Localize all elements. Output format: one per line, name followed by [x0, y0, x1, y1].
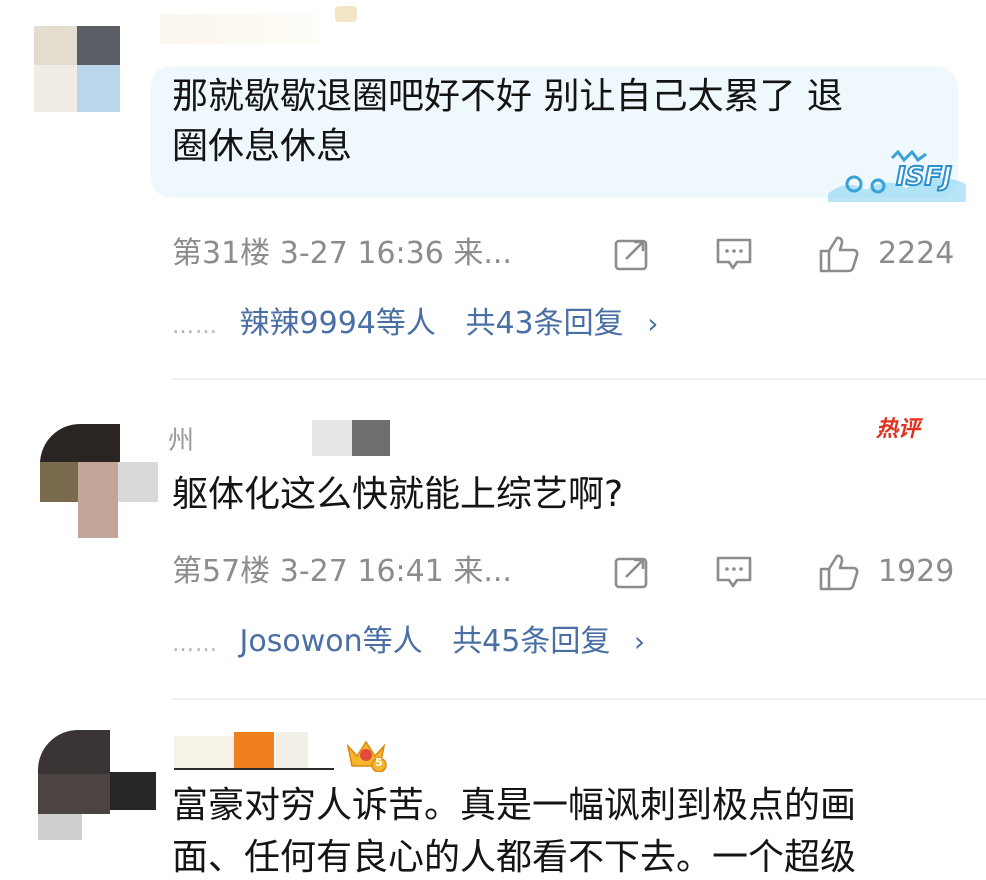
comment-icon — [716, 556, 752, 588]
comment-source: 来... — [453, 554, 512, 589]
crown-badge: 5 — [344, 736, 388, 773]
username-mosaic[interactable] — [276, 732, 308, 770]
reply-count[interactable]: 共43条回复 — [465, 306, 623, 341]
avatar-mosaic-cell — [38, 730, 110, 774]
floor-number: 第57楼 — [172, 554, 271, 589]
like-count: 2224 — [878, 236, 955, 271]
comment-source: 来... — [453, 236, 512, 271]
comment-text: 富豪对穷人诉苦。真是一幅讽刺到极点的画 面、任何有良心的人都看不下去。一个超级 — [172, 780, 856, 880]
avatar-mosaic-cell — [38, 814, 82, 840]
username-mosaic[interactable] — [160, 14, 320, 44]
isfj-badge-label: ISFJ — [895, 161, 953, 193]
avatar[interactable] — [34, 730, 160, 840]
username-mosaic[interactable] — [174, 736, 234, 770]
like-button[interactable] — [816, 552, 862, 592]
ellipsis-dots: …… — [172, 632, 218, 657]
share-button[interactable] — [612, 236, 652, 272]
comment-datetime: 3-27 16:36 — [279, 236, 444, 271]
comment-text-line: 躯体化这么快就能上综艺啊? — [172, 474, 624, 515]
avatar-mosaic-cell — [78, 462, 118, 538]
avatar-mosaic-cell — [38, 774, 110, 814]
avatar-mosaic-cell — [34, 65, 77, 112]
comment-text: 躯体化这么快就能上综艺啊? — [172, 470, 623, 520]
comment-item: 州 躯体化这么快就能上综艺啊? 第57楼 3-27 16:41 来... 192… — [0, 380, 986, 700]
username-mosaic[interactable] — [352, 420, 390, 456]
user-badge-icon — [335, 6, 357, 22]
share-button[interactable] — [612, 554, 652, 590]
ellipsis-dots: …… — [172, 314, 218, 339]
floor-number: 第31楼 — [172, 236, 271, 271]
comment-text: 那就歇歇退圈吧好不好 别让自己太累了 退 圈休息休息 — [172, 72, 843, 172]
avatar-mosaic-cell — [34, 26, 77, 65]
reply-users[interactable]: Josowon等人 — [240, 624, 423, 659]
share-icon — [614, 239, 648, 271]
share-icon — [614, 557, 648, 589]
avatar-mosaic-cell — [110, 772, 156, 810]
crown-level: 5 — [375, 756, 383, 769]
comment-datetime: 3-27 16:41 — [279, 554, 444, 589]
comment-button[interactable] — [714, 236, 754, 272]
like-button[interactable] — [816, 234, 862, 274]
username-mosaic[interactable] — [312, 420, 352, 456]
comment-icon — [716, 238, 752, 270]
avatar[interactable] — [34, 418, 160, 538]
chevron-right-icon: › — [647, 307, 659, 340]
username-mosaic[interactable] — [234, 732, 274, 770]
comment-meta: 第31楼 3-27 16:36 来... 2224 — [172, 234, 986, 274]
comment-text-line: 那就歇歇退圈吧好不好 别让自己太累了 退 — [172, 76, 843, 117]
replies-link[interactable]: …… 辣辣9994等人 共43条回复 › — [172, 304, 658, 344]
like-count: 1929 — [878, 554, 955, 589]
reply-users[interactable]: 辣辣9994等人 — [240, 306, 436, 341]
avatar-mosaic-cell — [77, 26, 120, 65]
thumbs-up-icon — [819, 554, 859, 591]
replies-link[interactable]: …… Josowon等人 共45条回复 › — [172, 622, 645, 662]
chevron-right-icon: › — [633, 625, 646, 658]
username-fragment[interactable]: 州 — [168, 420, 194, 457]
comment-button[interactable] — [714, 554, 754, 590]
hot-comment-label: 热评 — [876, 417, 921, 442]
isfj-badge: ISFJ — [826, 149, 972, 208]
comment-text-line: 富豪对穷人诉苦。真是一幅讽刺到极点的画 — [172, 785, 857, 826]
avatar-mosaic-cell — [40, 462, 78, 502]
comment-text-line: 圈休息休息 — [172, 126, 353, 167]
comment-meta: 第57楼 3-27 16:41 来... 1929 — [172, 552, 986, 592]
comment-item: 5 富豪对穷人诉苦。真是一幅讽刺到极点的画 面、任何有良心的人都看不下去。一个超… — [0, 700, 986, 880]
username-underline — [174, 768, 334, 770]
reply-count[interactable]: 共45条回复 — [452, 624, 610, 659]
avatar[interactable] — [34, 26, 120, 112]
comment-text-line: 面、任何有良心的人都看不下去。一个超级 — [172, 837, 857, 878]
comment-feed: 那就歇歇退圈吧好不好 别让自己太累了 退 圈休息休息 ISFJ 第31楼 3-2… — [0, 0, 986, 880]
hot-comment-badge: 热评 — [876, 412, 940, 448]
thumbs-up-icon — [819, 236, 859, 273]
avatar-mosaic-cell — [77, 65, 120, 112]
comment-item: 那就歇歇退圈吧好不好 别让自己太累了 退 圈休息休息 ISFJ 第31楼 3-2… — [0, 0, 986, 380]
avatar-mosaic-cell — [118, 462, 158, 502]
